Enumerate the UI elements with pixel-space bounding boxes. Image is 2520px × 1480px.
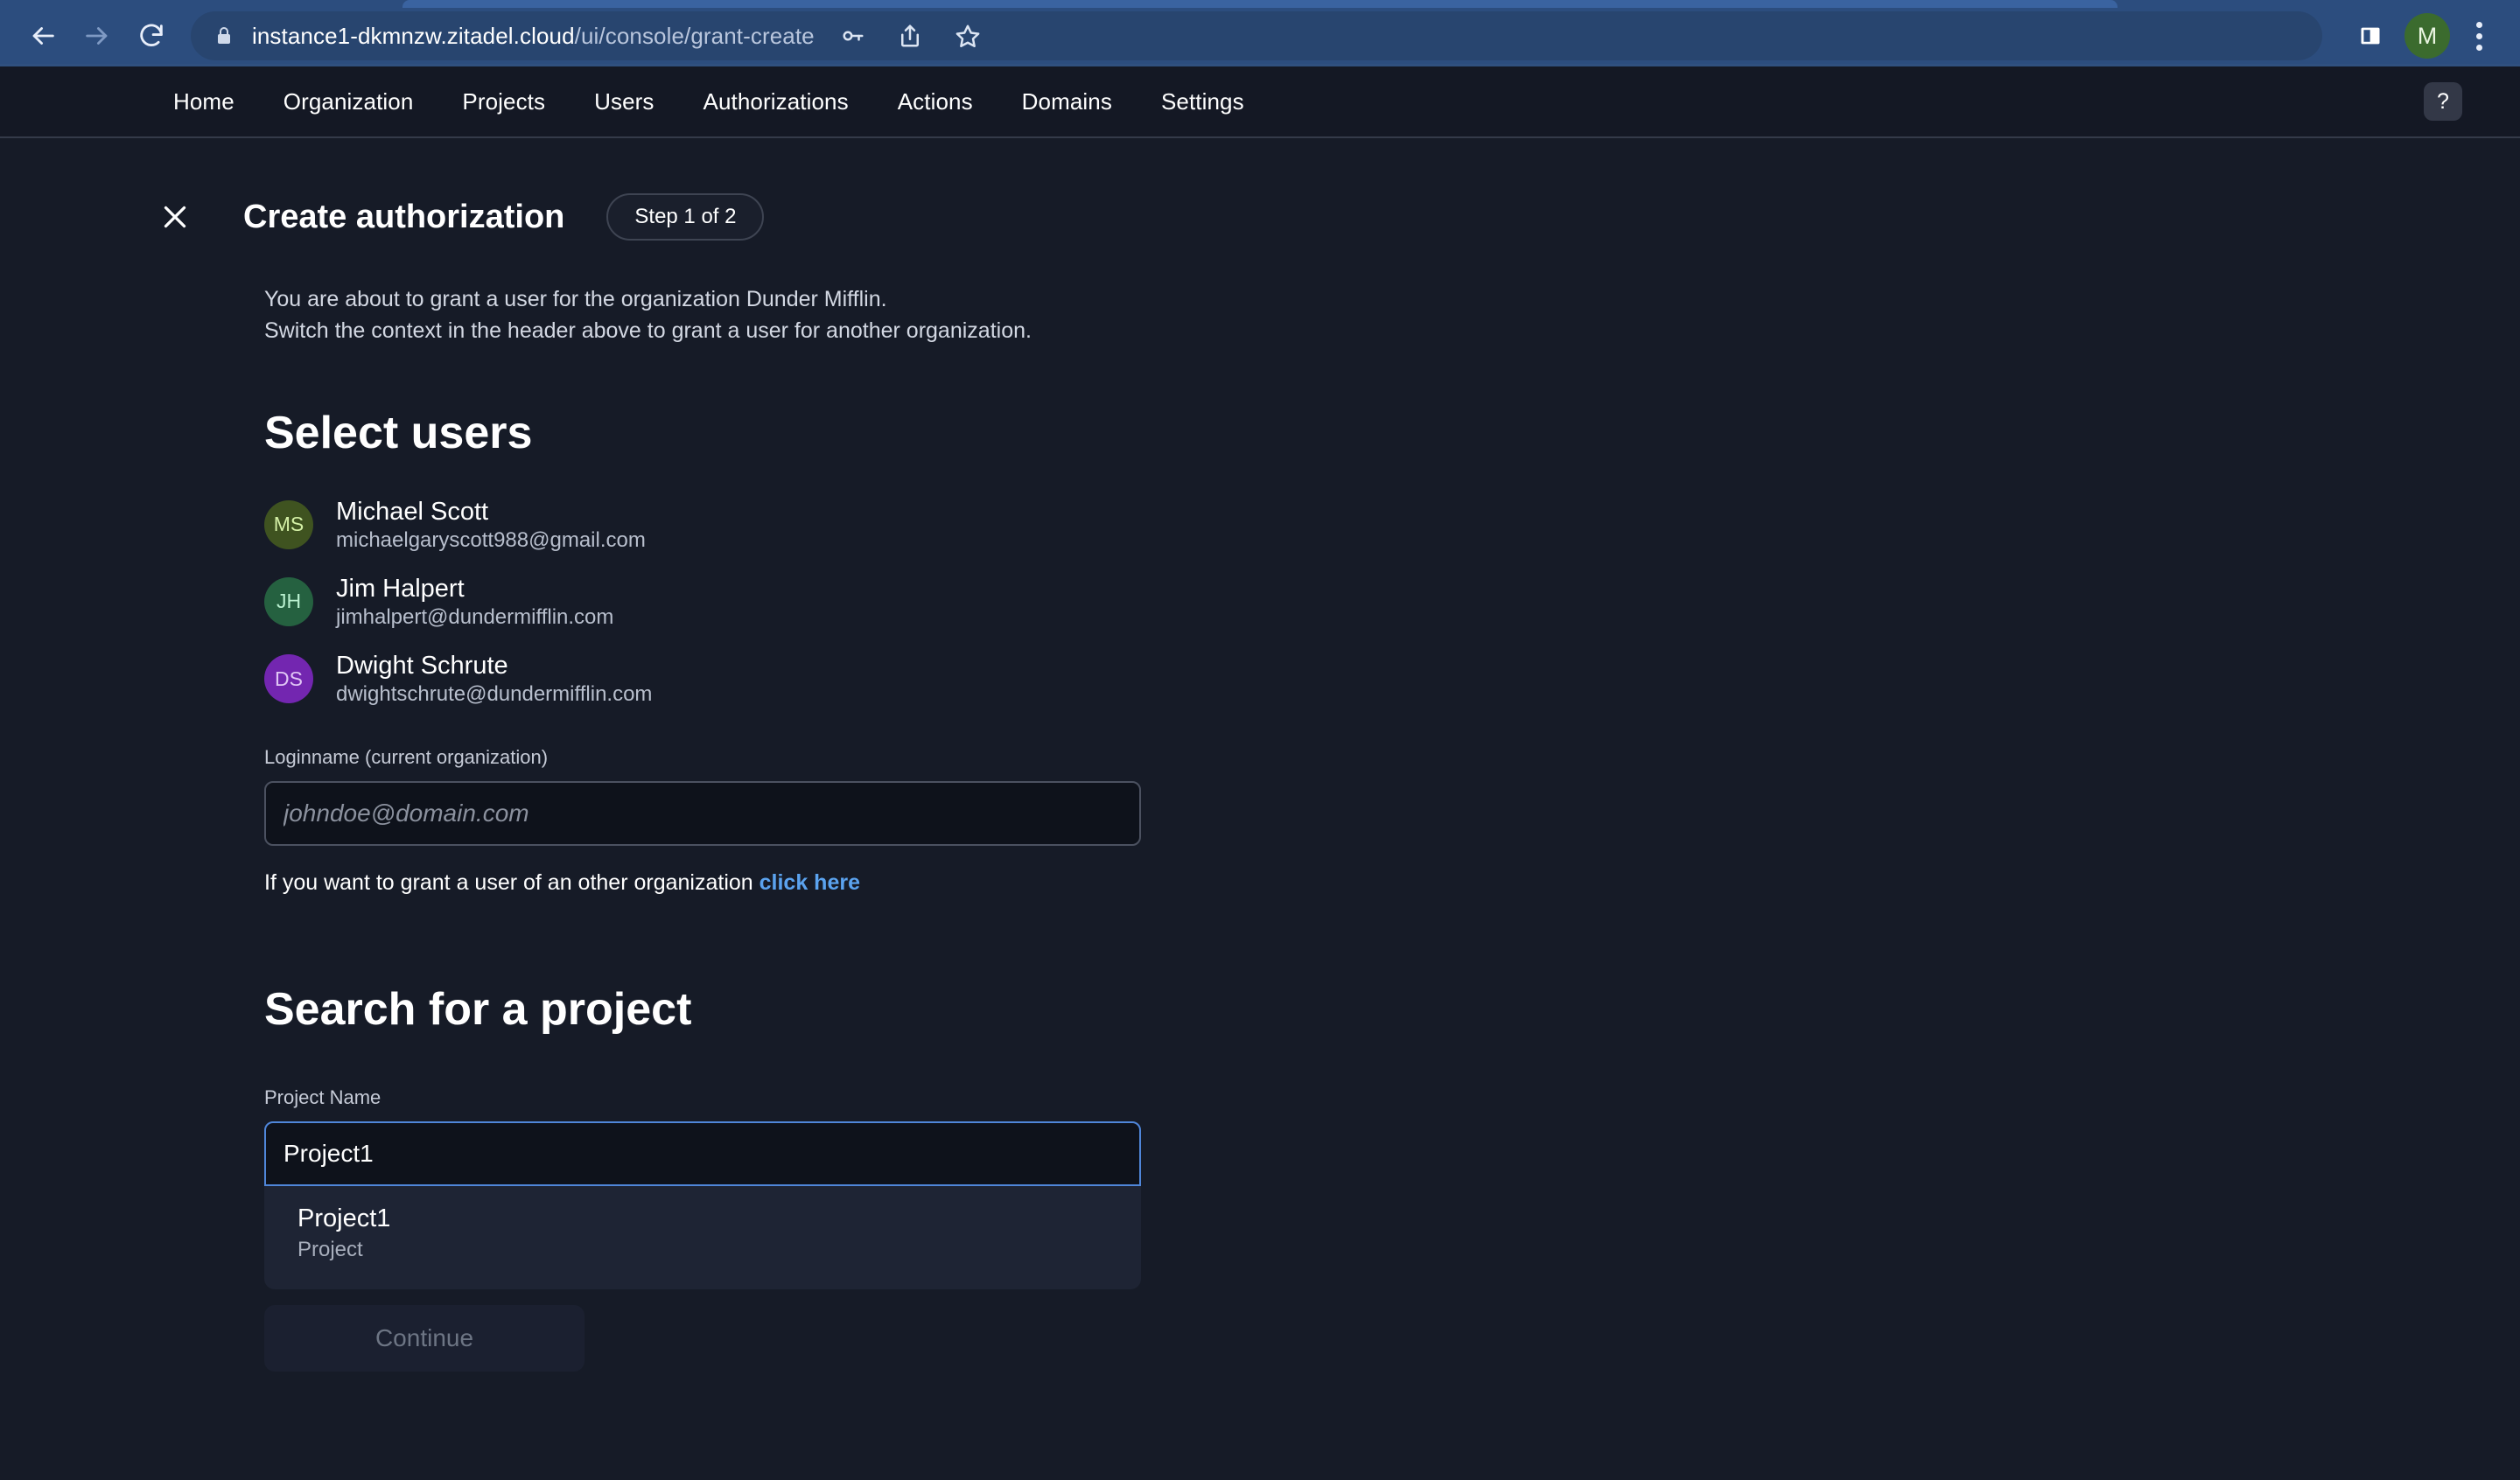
nav-item-home[interactable]: Home [149, 88, 259, 115]
step-badge: Step 1 of 2 [606, 193, 764, 241]
user-name: Jim Halpert [336, 573, 613, 604]
continue-button[interactable]: Continue [264, 1305, 584, 1372]
intro-text: You are about to grant a user for the or… [264, 283, 2520, 347]
user-name: Michael Scott [336, 496, 646, 527]
browser-toolbar: instance1-dkmnzw.zitadel.cloud/ui/consol… [0, 8, 2520, 64]
browser-active-tab[interactable] [402, 0, 2118, 8]
user-name: Dwight Schrute [336, 650, 652, 681]
user-list: MS Michael Scott michaelgaryscott988@gma… [264, 496, 2520, 709]
dropdown-option-project1[interactable]: Project1 Project [264, 1200, 1141, 1272]
project-field-block: Project Name Project1 Project [264, 1086, 2520, 1289]
page-content: Create authorization Step 1 of 2 You are… [0, 138, 2520, 1480]
side-panel-icon[interactable] [2345, 10, 2396, 61]
loginname-input[interactable] [264, 781, 1141, 846]
dropdown-option-title: Project1 [298, 1204, 1108, 1234]
address-bar[interactable]: instance1-dkmnzw.zitadel.cloud/ui/consol… [191, 11, 2322, 60]
user-list-item[interactable]: MS Michael Scott michaelgaryscott988@gma… [264, 496, 1139, 554]
nav-item-authorizations[interactable]: Authorizations [679, 88, 873, 115]
avatar: MS [264, 500, 313, 549]
nav-item-actions[interactable]: Actions [873, 88, 998, 115]
url-path: /ui/console/grant-create [575, 23, 815, 49]
avatar-initials: DS [275, 667, 303, 691]
loginname-field-block: Loginname (current organization) If you … [264, 746, 2520, 896]
avatar: DS [264, 654, 313, 703]
address-bar-url: instance1-dkmnzw.zitadel.cloud/ui/consol… [252, 23, 815, 50]
click-here-link[interactable]: click here [760, 870, 860, 895]
step-badge-label: Step 1 of 2 [634, 205, 736, 229]
dropdown-option-subtitle: Project [298, 1236, 1108, 1263]
reload-icon[interactable] [124, 9, 178, 63]
app-navbar: Home Organization Projects Users Authori… [0, 66, 2520, 138]
avatar: JH [264, 577, 313, 626]
bookmark-star-icon[interactable] [942, 10, 993, 61]
continue-button-label: Continue [375, 1324, 473, 1352]
omnibox-actions [827, 10, 993, 61]
browser-right-actions: M [2345, 10, 2504, 61]
intro-line-1: You are about to grant a user for the or… [264, 283, 2520, 315]
nav-item-settings[interactable]: Settings [1137, 88, 1269, 115]
back-arrow-icon[interactable] [16, 9, 70, 63]
browser-profile-avatar[interactable]: M [2404, 13, 2450, 59]
share-icon[interactable] [885, 10, 935, 61]
forward-arrow-icon[interactable] [70, 9, 124, 63]
user-list-item[interactable]: DS Dwight Schrute dwightschrute@dundermi… [264, 650, 1139, 708]
user-email: dwightschrute@dundermifflin.com [336, 681, 652, 708]
nav-item-users[interactable]: Users [570, 88, 678, 115]
app-nav-items: Home Organization Projects Users Authori… [149, 88, 1269, 115]
browser-profile-initial: M [2418, 23, 2438, 50]
kebab-menu-icon[interactable] [2459, 10, 2499, 61]
search-project-heading: Search for a project [264, 983, 2520, 1036]
user-info: Michael Scott michaelgaryscott988@gmail.… [336, 496, 646, 554]
password-key-icon[interactable] [827, 10, 878, 61]
user-info: Dwight Schrute dwightschrute@dundermiffl… [336, 650, 652, 708]
user-email: michaelgaryscott988@gmail.com [336, 527, 646, 554]
help-icon[interactable]: ? [2424, 82, 2462, 121]
lock-icon [214, 25, 234, 46]
user-list-item[interactable]: JH Jim Halpert jimhalpert@dundermifflin.… [264, 573, 1139, 631]
project-name-label: Project Name [264, 1086, 2520, 1109]
page-header: Create authorization Step 1 of 2 [0, 138, 2520, 241]
page-title: Create authorization [243, 199, 564, 236]
project-name-input[interactable] [264, 1121, 1141, 1186]
intro-line-2: Switch the context in the header above t… [264, 315, 2520, 346]
avatar-initials: JH [276, 590, 301, 613]
nav-item-domains[interactable]: Domains [998, 88, 1137, 115]
nav-item-projects[interactable]: Projects [438, 88, 570, 115]
browser-tab-strip [0, 0, 2520, 8]
other-organization-text: If you want to grant a user of an other … [264, 870, 760, 895]
help-icon-label: ? [2437, 89, 2449, 115]
project-autocomplete-dropdown: Project1 Project [264, 1186, 1141, 1289]
select-users-heading: Select users [264, 407, 2520, 459]
user-email: jimhalpert@dundermifflin.com [336, 604, 613, 631]
close-icon[interactable] [150, 192, 200, 241]
avatar-initials: MS [274, 513, 304, 536]
nav-item-organization[interactable]: Organization [259, 88, 438, 115]
user-info: Jim Halpert jimhalpert@dundermifflin.com [336, 573, 613, 631]
browser-chrome: instance1-dkmnzw.zitadel.cloud/ui/consol… [0, 0, 2520, 66]
url-domain: instance1-dkmnzw.zitadel.cloud [252, 23, 575, 49]
other-organization-hint: If you want to grant a user of an other … [264, 870, 2520, 896]
loginname-label: Loginname (current organization) [264, 746, 2520, 769]
